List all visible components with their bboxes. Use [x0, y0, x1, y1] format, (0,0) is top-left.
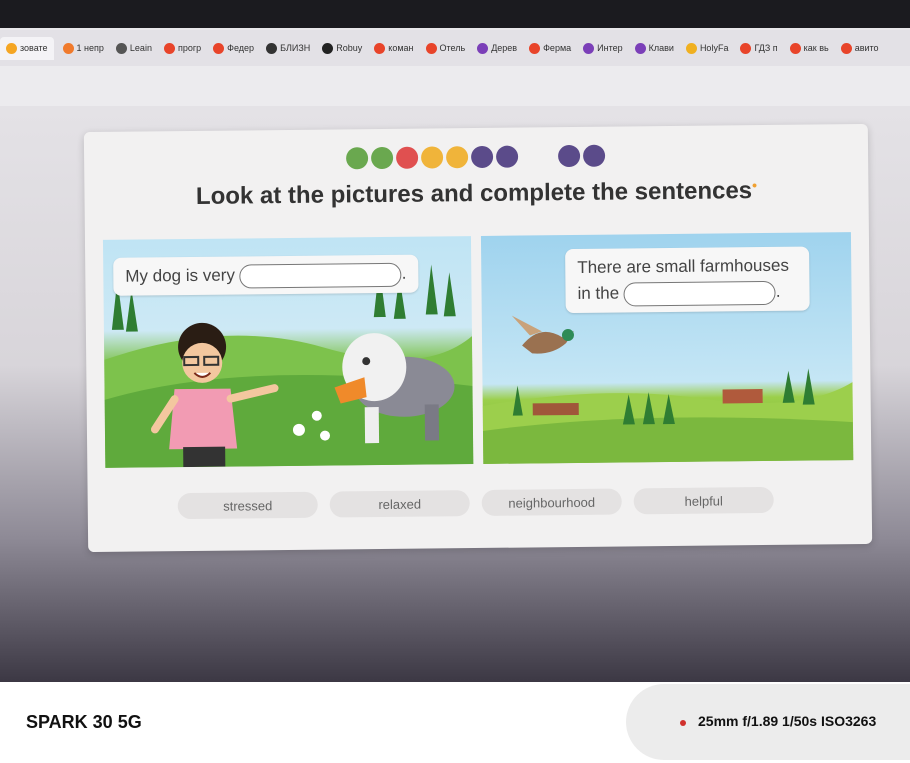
browser-tab-label: коман: [388, 43, 414, 53]
browser-tab-label: Клави: [648, 43, 674, 53]
option-helpful[interactable]: helpful: [633, 486, 774, 515]
title-marker-icon: •: [751, 177, 758, 194]
progress-dot: [470, 145, 494, 169]
tab-favicon-icon: [789, 42, 801, 54]
browser-tab[interactable]: Федер: [210, 42, 257, 54]
tab-favicon-icon: [425, 42, 437, 54]
browser-tab[interactable]: Ферма: [526, 42, 574, 54]
device-name: SPARK 30 5G: [26, 712, 142, 732]
browser-tab-label: Интер: [597, 43, 623, 53]
picture-countryside: There are small farmhouses in the .: [480, 232, 854, 464]
answer-blank-left[interactable]: [239, 262, 402, 289]
progress-dot: [395, 146, 419, 169]
browser-tab-label: авито: [854, 43, 879, 53]
picture-boy-and-dog: My dog is very .: [102, 236, 474, 468]
tab-favicon-icon: [6, 42, 17, 54]
browser-tab[interactable]: HolyFa: [683, 42, 732, 54]
option-stressed[interactable]: stressed: [177, 491, 318, 520]
browser-tab-label: ГДЗ п: [754, 43, 778, 53]
tab-favicon-icon: [740, 42, 752, 54]
record-dot-icon: [680, 720, 686, 726]
exercise-title: Look at the pictures and complete the se…: [84, 176, 868, 212]
option-neighbourhood[interactable]: neighbourhood: [481, 488, 622, 516]
tab-favicon-icon: [685, 42, 697, 54]
sentence-left-text: My dog is very: [125, 265, 236, 286]
browser-toolbar: [0, 66, 910, 107]
progress-dot: [445, 146, 469, 169]
answer-options: stressed relaxed neighbourhood helpful: [177, 486, 774, 520]
browser-tab-label: Ферма: [543, 43, 572, 53]
camera-watermark-bar: SPARK 30 5G 25mm f/1.89 1/50s ISO3263: [0, 682, 910, 763]
browser-tab[interactable]: 1 непр: [60, 42, 107, 54]
browser-tab-label: как вь: [803, 43, 829, 53]
sentence-right-line1: There are small farmhouses: [577, 255, 789, 277]
answer-blank-right[interactable]: [623, 280, 776, 306]
browser-tab[interactable]: Robuy: [319, 42, 365, 54]
browser-tab-bar: зовате 1 непр Leain прогр Федер БЛИЗН Robuy ком…: [0, 30, 910, 66]
tab-favicon-icon: [62, 42, 74, 54]
sentence-right-text: in the: [577, 283, 620, 303]
progress-gap: [521, 145, 555, 167]
browser-tab[interactable]: Клави: [632, 42, 677, 54]
tab-favicon-icon: [477, 42, 489, 54]
progress-dot: [582, 144, 606, 167]
progress-dot: [495, 145, 519, 168]
progress-dots: [345, 144, 606, 170]
tab-favicon-icon: [213, 42, 225, 54]
browser-tab-label: Leain: [129, 43, 152, 53]
browser-tab-label: Robuy: [336, 43, 363, 53]
browser-tab-label: HolyFa: [699, 43, 729, 53]
tab-favicon-icon: [266, 42, 278, 54]
tab-favicon-icon: [634, 42, 646, 54]
sentence-bubble-left: My dog is very .: [113, 254, 419, 296]
progress-dot: [420, 146, 444, 169]
sentence-left-period: .: [401, 263, 407, 283]
option-relaxed[interactable]: relaxed: [329, 490, 470, 518]
browser-tab-label: 1 непр: [76, 43, 104, 53]
browser-tab[interactable]: зовате: [0, 36, 54, 60]
progress-dot: [557, 144, 581, 168]
browser-tab-label: Дерев: [491, 43, 518, 53]
browser-tab[interactable]: авито: [838, 42, 882, 54]
tab-favicon-icon: [374, 42, 386, 54]
browser-tab[interactable]: как вь: [787, 42, 832, 54]
browser-tab[interactable]: прогр: [161, 42, 204, 54]
tab-favicon-icon: [840, 42, 852, 54]
exercise-card: Look at the pictures and complete the se…: [83, 123, 873, 553]
exercise-title-text: Look at the pictures and complete the se…: [195, 177, 753, 210]
progress-dot: [370, 146, 394, 170]
browser-tab-label: Отель: [439, 43, 466, 53]
photo: зовате 1 непр Leain прогр Федер БЛИЗН Robuy ком…: [0, 0, 910, 682]
tab-favicon-icon: [583, 42, 595, 54]
sentence-bubble-right: There are small farmhouses in the .: [565, 246, 810, 314]
tab-favicon-icon: [529, 42, 541, 54]
browser-tab[interactable]: Отель: [423, 42, 469, 54]
browser-tab-label: Федер: [227, 43, 255, 53]
browser-tab[interactable]: Leain: [113, 42, 155, 54]
tab-favicon-icon: [115, 42, 127, 54]
browser-tab-label: прогр: [177, 43, 202, 53]
browser-tab[interactable]: Дерев: [474, 42, 520, 54]
exif-info: 25mm f/1.89 1/50s ISO3263: [698, 713, 877, 729]
tab-favicon-icon: [163, 42, 175, 54]
browser-tab[interactable]: БЛИЗН: [263, 42, 313, 54]
tab-favicon-icon: [322, 42, 334, 54]
browser-tab[interactable]: Интер: [580, 42, 625, 54]
progress-dot: [345, 147, 369, 170]
browser-tab-label: БЛИЗН: [280, 43, 311, 53]
browser-tab[interactable]: ГДЗ п: [737, 42, 780, 54]
browser-tab-label: зовате: [20, 43, 48, 53]
browser-tab[interactable]: коман: [371, 42, 416, 54]
sentence-right-period: .: [775, 281, 781, 301]
